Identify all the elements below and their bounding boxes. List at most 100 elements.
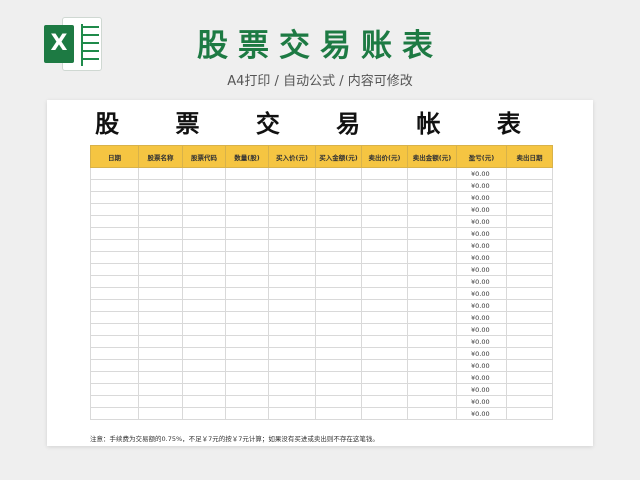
profit-cell[interactable]: ¥0.00 — [456, 371, 507, 384]
table-cell[interactable] — [225, 263, 269, 276]
table-cell[interactable] — [315, 251, 362, 264]
table-cell[interactable] — [506, 167, 553, 180]
table-cell[interactable] — [268, 371, 316, 384]
table-cell[interactable] — [506, 263, 553, 276]
table-cell[interactable] — [90, 275, 139, 288]
table-cell[interactable] — [138, 335, 183, 348]
table-cell[interactable] — [506, 407, 553, 420]
table-cell[interactable] — [138, 407, 183, 420]
table-cell[interactable] — [361, 251, 408, 264]
table-cell[interactable] — [225, 287, 269, 300]
table-cell[interactable] — [361, 407, 408, 420]
table-cell[interactable] — [225, 407, 269, 420]
table-cell[interactable] — [407, 275, 457, 288]
table-cell[interactable] — [361, 167, 408, 180]
table-cell[interactable] — [268, 251, 316, 264]
table-cell[interactable] — [138, 311, 183, 324]
table-cell[interactable] — [361, 371, 408, 384]
table-cell[interactable] — [407, 395, 457, 408]
table-cell[interactable] — [268, 383, 316, 396]
table-cell[interactable] — [225, 203, 269, 216]
profit-cell[interactable]: ¥0.00 — [456, 191, 507, 204]
table-cell[interactable] — [138, 287, 183, 300]
table-cell[interactable] — [506, 251, 553, 264]
profit-cell[interactable]: ¥0.00 — [456, 335, 507, 348]
table-cell[interactable] — [90, 227, 139, 240]
table-cell[interactable] — [407, 371, 457, 384]
table-cell[interactable] — [138, 215, 183, 228]
table-cell[interactable] — [268, 179, 316, 192]
table-cell[interactable] — [407, 215, 457, 228]
table-cell[interactable] — [182, 275, 226, 288]
table-cell[interactable] — [182, 347, 226, 360]
table-cell[interactable] — [225, 371, 269, 384]
table-cell[interactable] — [315, 311, 362, 324]
table-cell[interactable] — [90, 167, 139, 180]
table-cell[interactable] — [315, 383, 362, 396]
table-cell[interactable] — [225, 251, 269, 264]
table-cell[interactable] — [268, 323, 316, 336]
table-cell[interactable] — [361, 203, 408, 216]
table-cell[interactable] — [138, 275, 183, 288]
table-cell[interactable] — [138, 323, 183, 336]
table-cell[interactable] — [268, 311, 316, 324]
table-cell[interactable] — [182, 395, 226, 408]
profit-cell[interactable]: ¥0.00 — [456, 179, 507, 192]
table-cell[interactable] — [407, 263, 457, 276]
table-cell[interactable] — [90, 371, 139, 384]
table-cell[interactable] — [315, 347, 362, 360]
table-cell[interactable] — [138, 239, 183, 252]
table-cell[interactable] — [315, 371, 362, 384]
table-cell[interactable] — [182, 191, 226, 204]
table-cell[interactable] — [268, 275, 316, 288]
table-cell[interactable] — [225, 335, 269, 348]
table-cell[interactable] — [361, 191, 408, 204]
table-cell[interactable] — [315, 299, 362, 312]
profit-cell[interactable]: ¥0.00 — [456, 287, 507, 300]
table-cell[interactable] — [90, 203, 139, 216]
table-cell[interactable] — [138, 359, 183, 372]
table-cell[interactable] — [407, 227, 457, 240]
table-cell[interactable] — [315, 275, 362, 288]
table-cell[interactable] — [90, 191, 139, 204]
table-cell[interactable] — [506, 371, 553, 384]
table-cell[interactable] — [225, 239, 269, 252]
table-cell[interactable] — [138, 203, 183, 216]
table-cell[interactable] — [90, 287, 139, 300]
profit-cell[interactable]: ¥0.00 — [456, 239, 507, 252]
table-cell[interactable] — [407, 287, 457, 300]
table-cell[interactable] — [315, 191, 362, 204]
table-cell[interactable] — [138, 395, 183, 408]
table-cell[interactable] — [315, 323, 362, 336]
table-cell[interactable] — [138, 251, 183, 264]
table-cell[interactable] — [90, 335, 139, 348]
table-cell[interactable] — [182, 359, 226, 372]
table-cell[interactable] — [90, 263, 139, 276]
table-cell[interactable] — [225, 359, 269, 372]
profit-cell[interactable]: ¥0.00 — [456, 383, 507, 396]
table-cell[interactable] — [407, 191, 457, 204]
table-cell[interactable] — [407, 335, 457, 348]
table-cell[interactable] — [225, 383, 269, 396]
table-cell[interactable] — [182, 227, 226, 240]
profit-cell[interactable]: ¥0.00 — [456, 251, 507, 264]
table-cell[interactable] — [90, 359, 139, 372]
table-cell[interactable] — [407, 359, 457, 372]
table-cell[interactable] — [90, 311, 139, 324]
table-cell[interactable] — [506, 299, 553, 312]
table-cell[interactable] — [138, 299, 183, 312]
table-cell[interactable] — [506, 287, 553, 300]
table-cell[interactable] — [138, 179, 183, 192]
profit-cell[interactable]: ¥0.00 — [456, 215, 507, 228]
table-cell[interactable] — [182, 287, 226, 300]
table-cell[interactable] — [407, 407, 457, 420]
table-cell[interactable] — [361, 239, 408, 252]
table-cell[interactable] — [506, 395, 553, 408]
table-cell[interactable] — [268, 191, 316, 204]
table-cell[interactable] — [361, 275, 408, 288]
table-cell[interactable] — [268, 167, 316, 180]
table-cell[interactable] — [315, 227, 362, 240]
table-cell[interactable] — [138, 263, 183, 276]
table-cell[interactable] — [90, 239, 139, 252]
table-cell[interactable] — [268, 263, 316, 276]
